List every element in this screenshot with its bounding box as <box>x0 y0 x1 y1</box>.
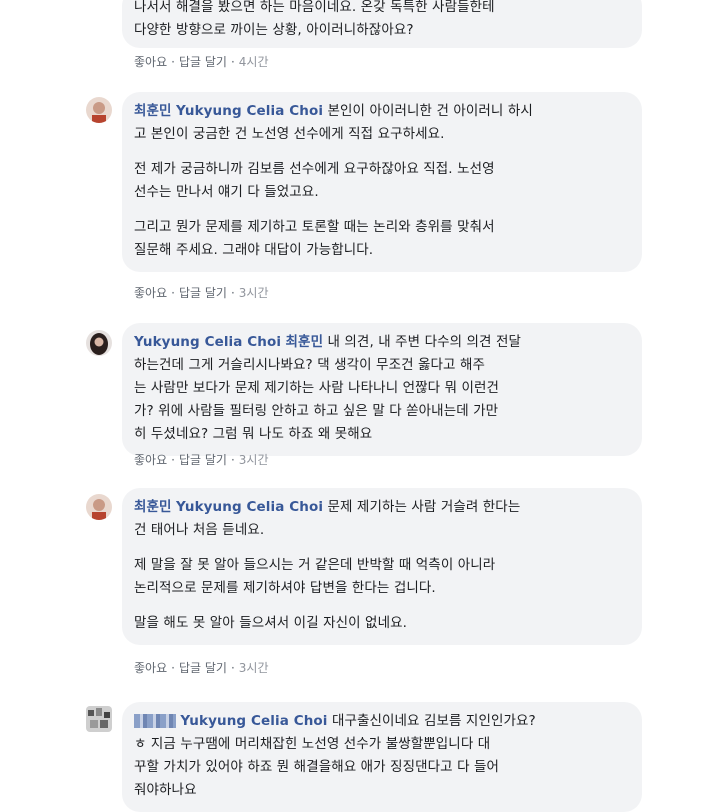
avatar[interactable] <box>86 97 112 123</box>
comment-text-line: 다양한 방향으로 까이는 상황, 아이러니하잖아요? <box>134 22 414 38</box>
reply-link[interactable]: 답글 달기 <box>179 286 227 300</box>
comment-text-line: 건 태어나 처음 듣네요. <box>134 522 265 538</box>
comment-text-line: 그리고 뭔가 문제를 제기하고 토론할 때는 논리와 층위를 맞춰서 <box>134 219 495 235</box>
timestamp: 4시간 <box>238 55 269 69</box>
comment-mention[interactable]: 최훈민 <box>286 334 324 350</box>
comment-text-line: 나서서 해결을 봤으면 하는 마음이네요. 온갖 독특한 사람들한테 <box>134 0 495 15</box>
timestamp: 3시간 <box>238 286 269 300</box>
reply-link[interactable]: 답글 달기 <box>179 661 227 675</box>
comment-text-line: 논리적으로 문제를 제기하셔야 답변을 한다는 겁니다. <box>134 580 436 596</box>
comment-bubble: Yukyung Celia Choi 대구출신이네요 김보름 지인인가요? ㅎ … <box>122 702 642 812</box>
comment-author[interactable]: 최훈민 <box>134 103 172 119</box>
comment-text-line: 하는건데 그게 거슬리시나봐요? 댁 생각이 무조건 옳다고 해주 <box>134 357 486 373</box>
comment-actions: 좋아요 · 답글 달기 · 3시간 <box>134 286 269 300</box>
like-link[interactable]: 좋아요 <box>134 661 167 675</box>
comment-author[interactable]: 최훈민 <box>134 499 172 515</box>
comment-text: 본인이 아이러니한 건 아이러니 하시 <box>327 103 533 119</box>
comment-text-line: 전 제가 궁금하니까 김보름 선수에게 요구하잖아요 직접. 노선영 <box>134 161 495 177</box>
comment-text: 대구출신이네요 김보름 지인인가요? <box>331 713 536 729</box>
timestamp: 3시간 <box>238 661 269 675</box>
comment-bubble: 나서서 해결을 봤으면 하는 마음이네요. 온갖 독특한 사람들한테 다양한 방… <box>122 0 642 48</box>
comment-mention[interactable]: Yukyung Celia Choi <box>176 499 323 515</box>
comment-text-line: 선수는 만나서 얘기 다 들었고요. <box>134 184 319 200</box>
comment-bubble: 최훈민 Yukyung Celia Choi 본인이 아이러니한 건 아이러니 … <box>122 92 642 272</box>
comment-actions: 좋아요 · 답글 달기 · 3시간 <box>134 661 269 675</box>
avatar[interactable] <box>86 494 112 520</box>
comment-text-line: 말을 해도 못 알아 들으셔서 이길 자신이 없네요. <box>134 615 408 631</box>
comment-text-line: ㅎ 지금 누구땜에 머리채잡힌 노선영 선수가 불쌍할뿐입니다 대 <box>134 736 491 752</box>
comment-text-line: 히 두셨네요? 그럼 뭐 나도 하죠 왜 못해요 <box>134 426 373 442</box>
reply-link[interactable]: 답글 달기 <box>179 453 227 467</box>
comment-bubble: 최훈민 Yukyung Celia Choi 문제 제기하는 사람 거슬려 한다… <box>122 488 642 645</box>
blurred-author <box>134 714 176 728</box>
like-link[interactable]: 좋아요 <box>134 55 167 69</box>
like-link[interactable]: 좋아요 <box>134 453 167 467</box>
like-link[interactable]: 좋아요 <box>134 286 167 300</box>
comment-actions: 좋아요 · 답글 달기 · 4시간 <box>134 55 269 69</box>
comment-bubble: Yukyung Celia Choi 최훈민 내 의견, 내 주변 다수의 의견… <box>122 323 642 456</box>
reply-link[interactable]: 답글 달기 <box>179 55 227 69</box>
avatar[interactable] <box>86 330 112 356</box>
comment-text: 내 의견, 내 주변 다수의 의견 전달 <box>327 334 521 350</box>
comment-text-line: 고 본인이 궁금한 건 노선영 선수에게 직접 요구하세요. <box>134 126 445 142</box>
comment-text-line: 질문해 주세요. 그래야 대답이 가능합니다. <box>134 242 374 258</box>
comment-text: 문제 제기하는 사람 거슬려 한다는 <box>327 499 521 515</box>
avatar[interactable] <box>86 706 112 732</box>
comment-text-line: 는 사람만 보다가 문제 제기하는 사람 나타나니 언짢다 뭐 이런건 <box>134 380 500 396</box>
comment-text-line: 꾸할 가치가 있어야 하죠 뭔 해결을해요 애가 징징댄다고 다 들어 <box>134 759 500 775</box>
comment-text-line: 제 말을 잘 못 알아 들으시는 거 같은데 반박할 때 억측이 아니라 <box>134 557 496 573</box>
comment-mention[interactable]: Yukyung Celia Choi <box>176 103 323 119</box>
comment-actions: 좋아요 · 답글 달기 · 3시간 <box>134 453 269 467</box>
timestamp: 3시간 <box>238 453 269 467</box>
comment-text-line: 가? 위에 사람들 필터링 안하고 하고 싶은 말 다 쏟아내는데 가만 <box>134 403 499 419</box>
comment-mention[interactable]: Yukyung Celia Choi <box>180 713 327 729</box>
comment-author[interactable]: Yukyung Celia Choi <box>134 334 281 350</box>
comment-text-line: 줘야하나요 <box>134 782 197 798</box>
